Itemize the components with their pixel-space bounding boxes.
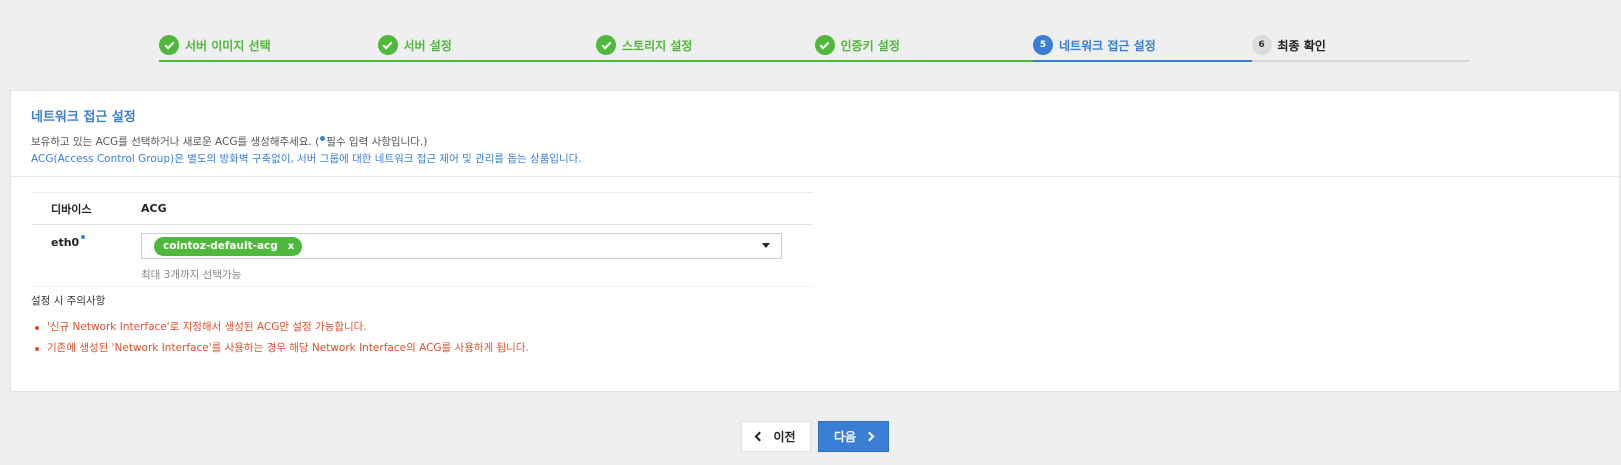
check-icon [814,35,835,55]
note-item: '신규 Network Interface'로 지정해서 생성된 ACG만 설정… [31,317,529,338]
step-label: 서버 설정 [403,38,452,53]
step-number: 6 [1251,35,1272,55]
required-dot-icon [81,235,86,239]
prev-button-label: 이전 [773,430,796,444]
acg-cell: cointoz-default-acg x 최대 3개까지 선택가능 [141,233,813,286]
step-label: 최종 확인 [1277,38,1326,53]
step-label: 서버 이미지 선택 [185,38,271,53]
table-row: eth0 cointoz-default-acg x 최대 3개까지 선택가능 [31,225,813,287]
acg-description: ACG(Access Control Group)은 별도의 방화벽 구축없이,… [31,153,582,165]
device-name: eth0 [51,236,80,249]
chevron-left-icon [755,431,765,442]
chip-remove-icon[interactable]: x [288,241,294,252]
column-header-acg: ACG [141,202,167,215]
table-header: 디바이스 ACG [31,193,813,225]
step-label: 인증키 설정 [840,38,900,53]
step-network-access: 5 네트워크 접근 설정 [1033,30,1252,62]
description-text-required: 필수 입력 사항입니다.) [326,136,428,148]
acg-select[interactable]: cointoz-default-acg x [141,233,782,259]
step-final-confirm: 6 최종 확인 [1251,30,1470,62]
chevron-right-icon [864,431,875,442]
panel-description: 보유하고 있는 ACG를 선택하거나 새로운 ACG를 생성해주세요. ( 필수 … [31,134,1599,151]
notes-title: 설정 시 주의사항 [31,295,106,307]
caret-down-icon[interactable] [762,243,770,248]
check-icon [159,35,179,55]
step-auth-key[interactable]: 인증키 설정 [814,30,1033,62]
acg-chip-label: cointoz-default-acg [163,240,278,252]
required-dot-icon [320,136,326,141]
acg-table: 디바이스 ACG eth0 cointoz-default-acg x 최대 3… [31,192,813,287]
wizard-stepper: 서버 이미지 선택 서버 설정 스토리지 설정 인증키 설정 5 네트워크 접근… [159,30,1470,62]
panel-title: 네트워크 접근 설정 [31,110,136,125]
check-icon [596,35,616,55]
next-button[interactable]: 다음 [818,421,889,452]
acg-chip: cointoz-default-acg x [154,236,303,256]
step-server-settings[interactable]: 서버 설정 [377,30,596,62]
prev-button[interactable]: 이전 [741,421,811,452]
description-text: 보유하고 있는 ACG를 선택하거나 새로운 ACG를 생성해주세요. ( [31,136,320,148]
next-button-label: 다음 [833,430,857,444]
check-icon [377,35,398,55]
acg-select-hint: 최대 3개까지 선택가능 [141,269,242,281]
network-access-panel: 네트워크 접근 설정 보유하고 있는 ACG를 선택하거나 새로운 ACG를 생… [10,90,1620,392]
panel-header: 네트워크 접근 설정 보유하고 있는 ACG를 선택하거나 새로운 ACG를 생… [11,91,1619,177]
step-label: 스토리지 설정 [622,38,693,53]
step-label: 네트워크 접근 설정 [1059,38,1156,53]
step-server-image[interactable]: 서버 이미지 선택 [159,30,378,62]
settings-notes: 설정 시 주의사항 '신규 Network Interface'로 지정해서 생… [31,293,529,359]
note-item: 기존에 생성된 'Network Interface'를 사용하는 경우 해당 … [31,338,529,359]
step-number: 5 [1033,35,1053,55]
column-header-device: 디바이스 [51,202,92,216]
device-cell: eth0 [31,233,141,286]
step-storage-settings[interactable]: 스토리지 설정 [596,30,815,62]
